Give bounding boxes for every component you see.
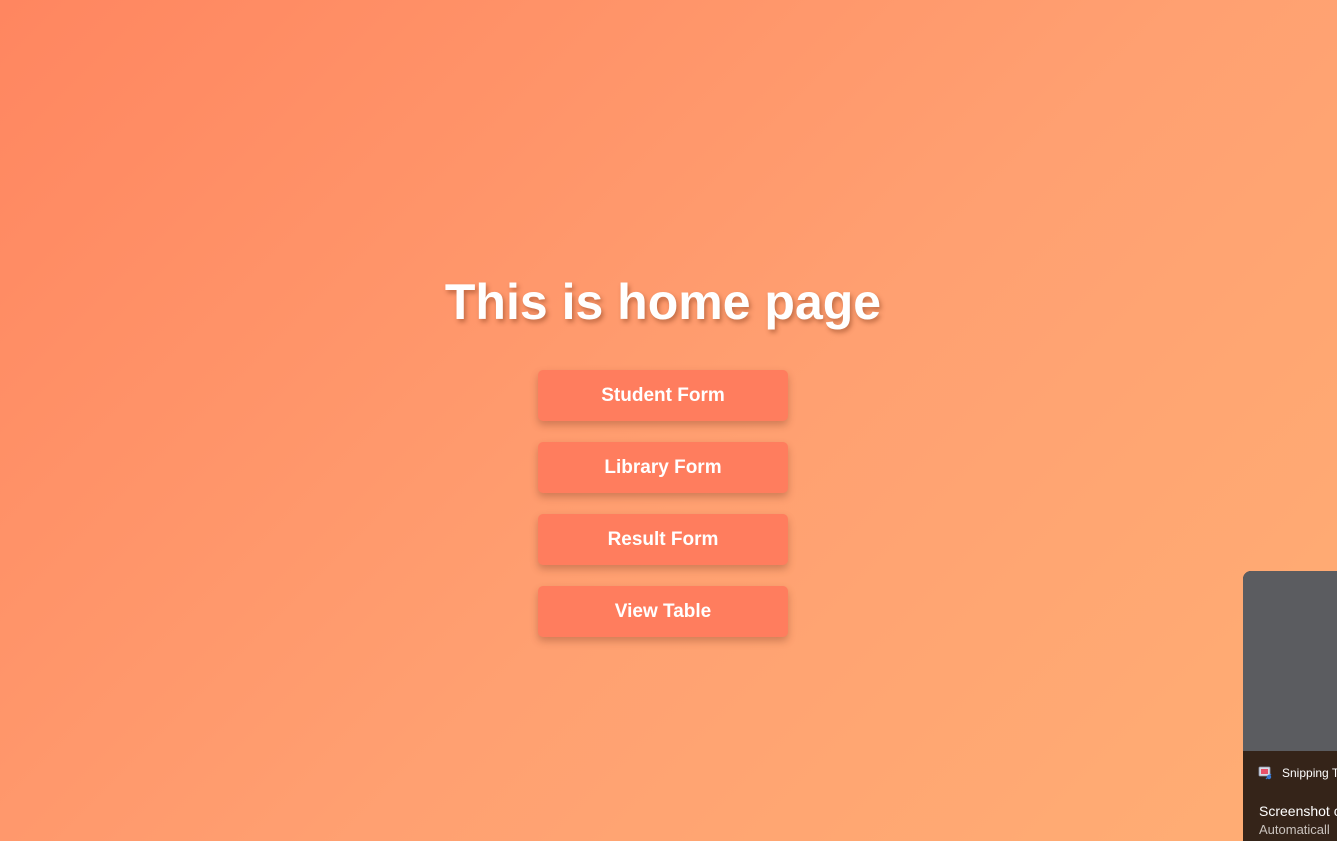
nav-button-group: Student Form Library Form Result Form Vi…: [538, 370, 788, 658]
snipping-tool-icon: [1258, 765, 1274, 781]
toast-body[interactable]: Snipping T Screenshot c Automaticall: [1243, 751, 1337, 841]
student-form-button[interactable]: Student Form: [538, 370, 788, 421]
toast-app-row: Snipping T: [1258, 765, 1337, 781]
library-form-button[interactable]: Library Form: [538, 442, 788, 493]
toast-app-name: Snipping T: [1282, 766, 1337, 780]
result-form-button[interactable]: Result Form: [538, 514, 788, 565]
toast-subtitle: Automaticall: [1259, 822, 1330, 837]
toast-title: Screenshot c: [1259, 803, 1337, 819]
page-title: This is home page: [444, 274, 882, 330]
screenshot-notification-toast[interactable]: Snipping T Screenshot c Automaticall: [1243, 571, 1337, 841]
screenshot-preview[interactable]: [1243, 571, 1337, 751]
view-table-button[interactable]: View Table: [538, 586, 788, 637]
